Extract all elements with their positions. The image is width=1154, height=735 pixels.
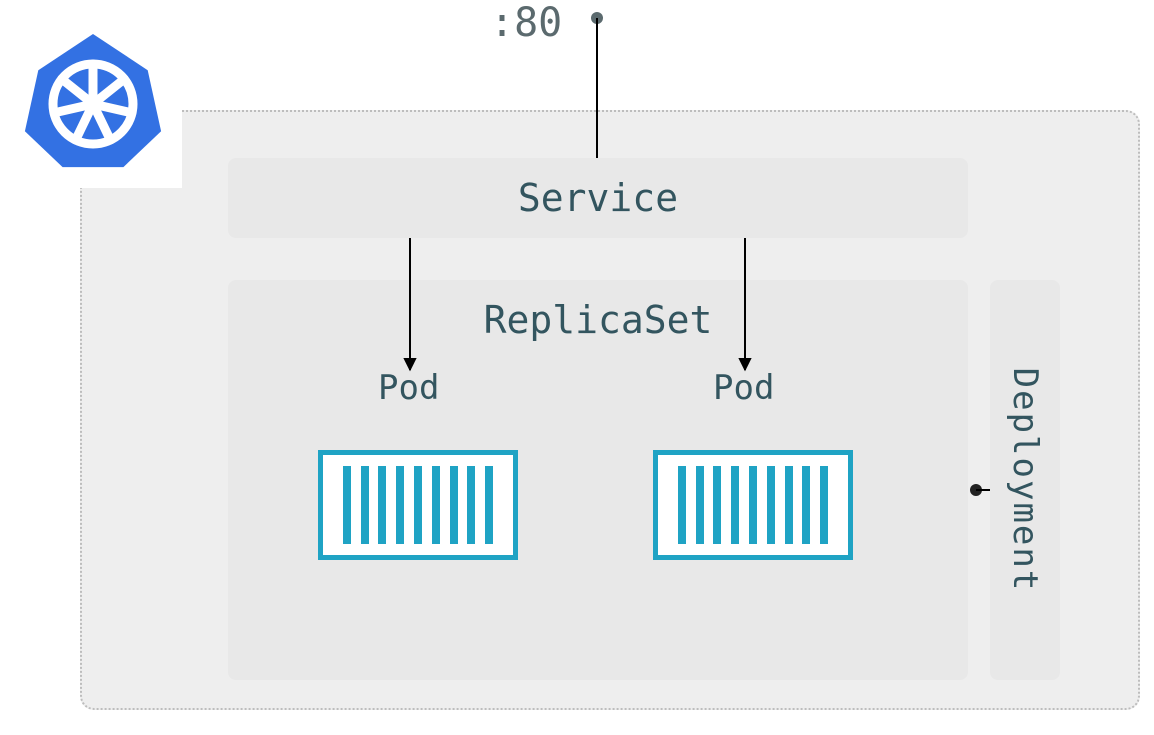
pod-label-1: Pod: [378, 368, 439, 408]
port-endpoint-dot: [591, 12, 603, 24]
service-label: Service: [518, 176, 678, 220]
pod-label-2: Pod: [713, 368, 774, 408]
deployment-label: Deployment: [1005, 368, 1045, 593]
kubernetes-architecture-diagram: :80 Serv: [0, 0, 1154, 735]
kubernetes-logo-icon: [4, 10, 182, 188]
service-box: Service: [228, 158, 968, 238]
container-icon: [318, 450, 518, 560]
replicaset-label: ReplicaSet: [228, 298, 968, 342]
deployment-box: Deployment: [990, 280, 1060, 680]
container-icon: [653, 450, 853, 560]
port-label: :80: [490, 0, 562, 46]
replicaset-box: ReplicaSet Pod Pod: [228, 280, 968, 680]
